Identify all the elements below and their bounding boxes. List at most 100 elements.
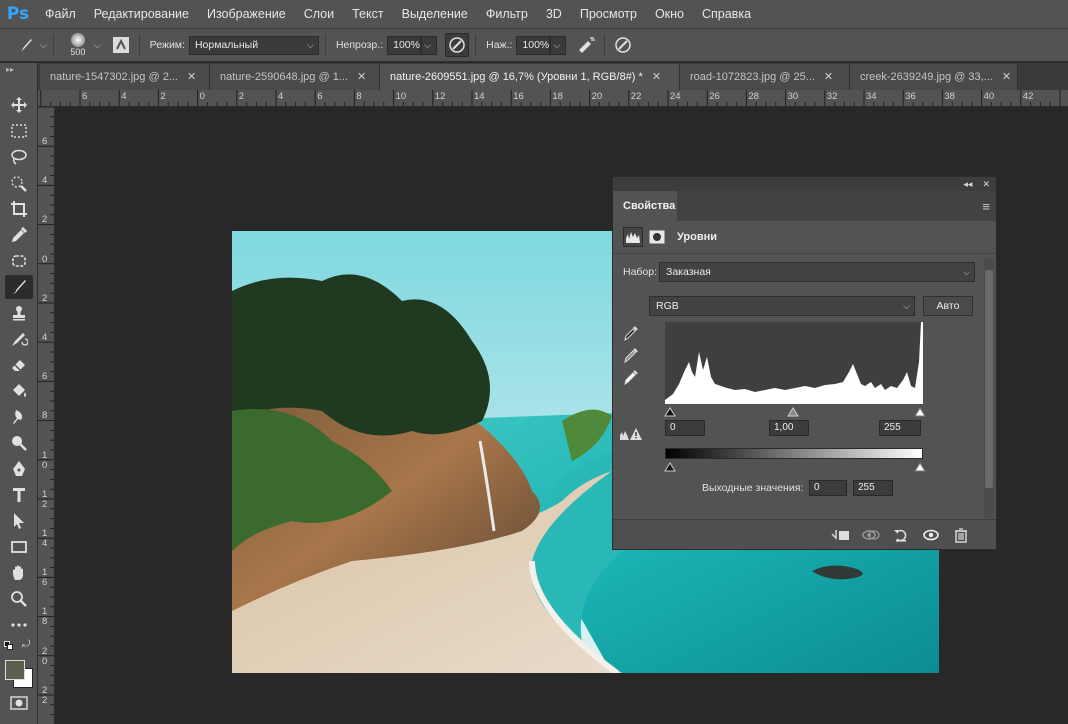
menu-file[interactable]: Файл <box>36 0 85 28</box>
pen-icon <box>13 461 25 476</box>
menu-help[interactable]: Справка <box>693 0 760 28</box>
lasso-tool[interactable] <box>5 145 33 169</box>
airbrush-icon[interactable] <box>574 33 598 57</box>
eyedropper-tool[interactable] <box>5 223 33 247</box>
foreground-color-swatch[interactable] <box>5 660 25 680</box>
histogram <box>665 322 923 404</box>
channel-select[interactable]: RGB ⌵ <box>649 296 915 316</box>
input-black-field[interactable]: 0 <box>665 420 705 436</box>
white-point-eyedropper[interactable] <box>623 369 639 386</box>
quick-select-tool[interactable] <box>5 171 33 195</box>
tab-creek-2639249[interactable]: creek-2639249.jpg @ 33,... ✕ <box>850 64 1018 90</box>
more-tools-button[interactable] <box>5 613 33 637</box>
levels-adjustment-button[interactable] <box>623 227 643 247</box>
black-point-eyedropper[interactable] <box>623 325 639 342</box>
tab-properties[interactable]: Свойства <box>613 191 677 221</box>
opacity-pressure-icon[interactable] <box>445 33 470 57</box>
move-tool[interactable] <box>5 93 33 117</box>
panel-collapse-icon[interactable]: ◂◂ <box>963 179 972 190</box>
quick-mask-button[interactable] <box>10 696 28 710</box>
pen-tool[interactable] <box>5 457 33 481</box>
gray-point-eyedropper[interactable] <box>623 347 639 364</box>
input-white-field[interactable]: 255 <box>879 420 921 436</box>
patch-tool[interactable] <box>5 249 33 273</box>
panel-close-icon[interactable]: ✕ <box>982 179 990 190</box>
history-brush-tool[interactable] <box>5 327 33 351</box>
crop-tool[interactable] <box>5 197 33 221</box>
toggle-visibility-button[interactable] <box>921 526 941 544</box>
size-pressure-icon[interactable] <box>611 33 635 57</box>
menu-image[interactable]: Изображение <box>198 0 295 28</box>
menu-3d[interactable]: 3D <box>537 0 571 28</box>
rectangle-tool[interactable] <box>5 535 33 559</box>
eraser-tool[interactable] <box>5 353 33 377</box>
flow-slider-toggle[interactable]: ⌵ <box>550 35 567 55</box>
bucket-tool[interactable] <box>5 379 33 403</box>
menu-filter[interactable]: Фильтр <box>477 0 537 28</box>
ruler-label: 40 <box>983 91 995 102</box>
brush-tool[interactable] <box>5 275 33 299</box>
tab-close-icon[interactable]: ✕ <box>652 64 661 90</box>
scrollbar-thumb[interactable] <box>985 270 993 488</box>
input-white-handle[interactable] <box>914 407 926 417</box>
menu-type[interactable]: Текст <box>343 0 392 28</box>
gray-eyedropper-icon <box>624 348 638 364</box>
tab-nature-2590648[interactable]: nature-2590648.jpg @ 1... ✕ <box>210 64 380 90</box>
menu-layer[interactable]: Слои <box>295 0 343 28</box>
hand-tool[interactable] <box>5 561 33 585</box>
output-black-field[interactable]: 0 <box>809 480 847 496</box>
layer-mask-button[interactable] <box>647 227 667 247</box>
view-previous-state-button[interactable] <box>861 526 881 544</box>
marquee-tool[interactable] <box>5 119 33 143</box>
tab-close-icon[interactable]: ✕ <box>187 64 196 90</box>
brush-size-chevron-icon[interactable]: ⌵ <box>94 40 101 51</box>
type-tool[interactable] <box>5 483 33 507</box>
eraser-icon <box>12 360 25 371</box>
toolbar-collapse-icon[interactable]: ▸▸ <box>6 65 14 74</box>
blur-tool[interactable] <box>5 405 33 429</box>
brush-panel-toggle-icon[interactable] <box>109 33 133 57</box>
input-gamma-field[interactable]: 1,00 <box>769 420 809 436</box>
swap-colors-icon[interactable]: ⤾ <box>22 639 30 650</box>
zoom-tool[interactable] <box>5 587 33 611</box>
tab-close-icon[interactable]: ✕ <box>357 64 366 90</box>
brush-preset-icon[interactable] <box>14 33 38 57</box>
tab-road-1072823[interactable]: road-1072823.jpg @ 25... ✕ <box>680 64 850 90</box>
path-select-tool[interactable] <box>5 509 33 533</box>
preset-select[interactable]: Заказная ⌵ <box>659 262 975 282</box>
panel-scrollbar[interactable] <box>984 258 994 518</box>
menu-window[interactable]: Окно <box>646 0 693 28</box>
dodge-tool[interactable] <box>5 431 33 455</box>
brush-size-picker[interactable]: 500 <box>62 33 94 57</box>
tab-nature-1547302[interactable]: nature-1547302.jpg @ 2... ✕ <box>40 64 210 90</box>
opacity-slider-toggle[interactable]: ⌵ <box>421 35 438 55</box>
output-black-handle[interactable] <box>664 462 676 472</box>
flow-input[interactable]: 100% <box>516 35 551 55</box>
input-black-handle[interactable] <box>664 407 676 417</box>
reset-adjustment-button[interactable] <box>891 526 911 544</box>
opacity-input[interactable]: 100% <box>387 35 422 55</box>
menu-edit[interactable]: Редактирование <box>85 0 198 28</box>
output-levels-slider[interactable] <box>659 459 929 473</box>
zoom-icon <box>11 591 27 607</box>
clip-to-layer-button[interactable] <box>831 526 851 544</box>
input-gamma-handle[interactable] <box>787 407 799 417</box>
path-select-icon <box>14 513 24 529</box>
hand-icon <box>13 565 23 580</box>
tab-close-icon[interactable]: ✕ <box>1002 64 1011 90</box>
mode-select[interactable]: Нормальный ⌵ <box>188 35 319 55</box>
menu-view[interactable]: Просмотр <box>571 0 646 28</box>
delete-adjustment-button[interactable] <box>951 526 971 544</box>
tab-close-icon[interactable]: ✕ <box>824 64 833 90</box>
default-colors-icon[interactable] <box>4 641 14 651</box>
output-white-field[interactable]: 255 <box>853 480 893 496</box>
tab-nature-2609551[interactable]: nature-2609551.jpg @ 16,7% (Уровни 1, RG… <box>380 64 680 90</box>
brush-preset-chevron-icon[interactable]: ⌵ <box>40 40 47 51</box>
menu-select[interactable]: Выделение <box>393 0 477 28</box>
input-levels-slider[interactable] <box>659 404 929 418</box>
clipping-warning-icon[interactable] <box>619 427 643 441</box>
auto-button[interactable]: Авто <box>923 296 973 316</box>
panel-menu-icon[interactable]: ≡ <box>982 199 990 214</box>
output-white-handle[interactable] <box>914 462 926 472</box>
stamp-tool[interactable] <box>5 301 33 325</box>
